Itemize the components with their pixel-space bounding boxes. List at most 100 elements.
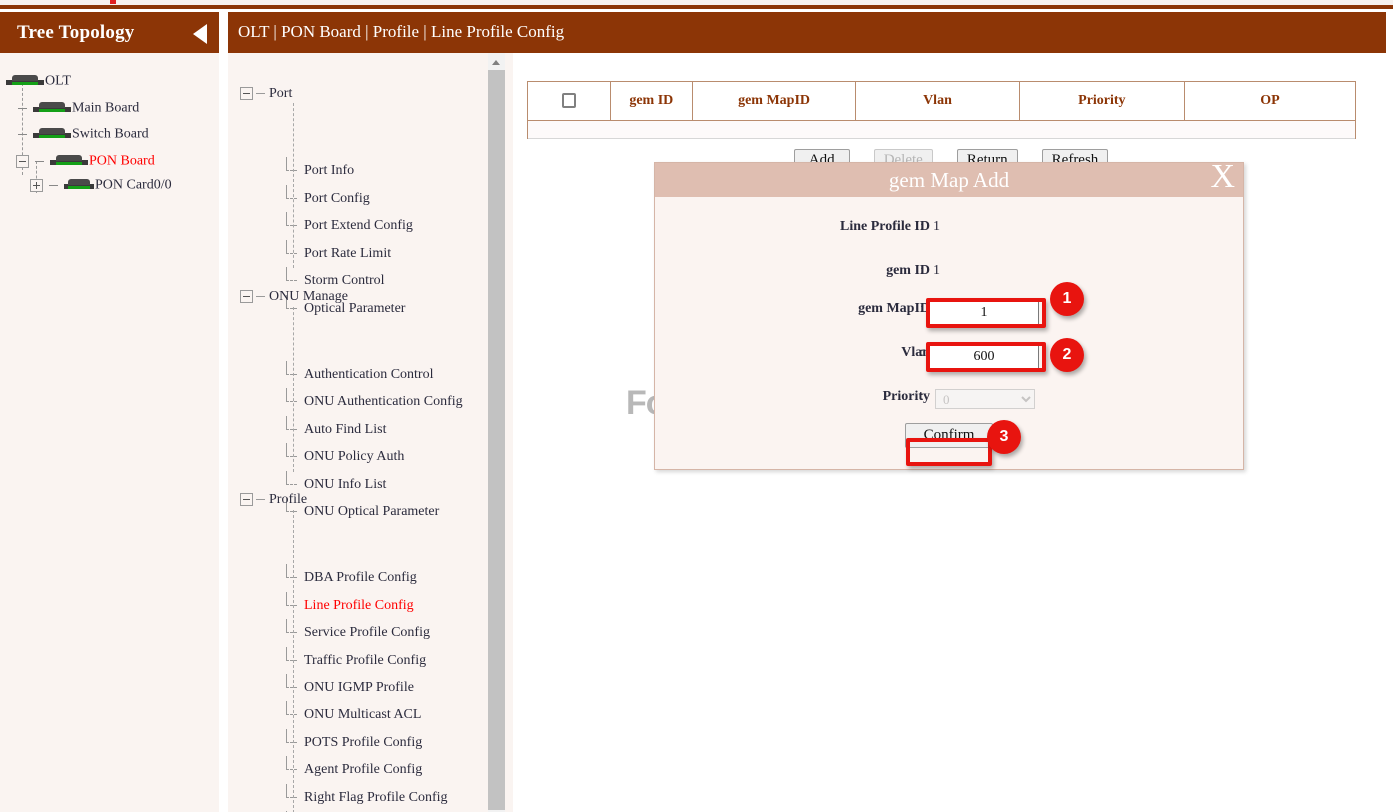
checkbox-icon[interactable]	[562, 93, 576, 108]
menu-branch-icon	[286, 656, 300, 666]
right-edge-spacer	[1386, 12, 1393, 812]
field-row-gem-id: gem ID : 1	[655, 263, 1243, 293]
tree-expander-minus-icon[interactable]	[16, 155, 29, 168]
breadcrumb-header-bar: OLT | PON Board | Profile | Line Profile…	[228, 12, 1393, 53]
vlan-input[interactable]	[929, 345, 1039, 369]
tree-node-label: Main Board	[72, 100, 139, 115]
menu-item-label: Authentication Control	[304, 367, 433, 382]
tree-node-switch-board[interactable]: Switch Board	[18, 125, 149, 145]
menu-branch-icon	[286, 628, 300, 638]
menu-item-agent-profile-config[interactable]: Agent Profile Config	[286, 762, 422, 778]
menu-expander-minus-icon[interactable]	[240, 493, 253, 506]
menu-group-port[interactable]: Port	[240, 86, 292, 102]
menu-item-onu-optical-parameter[interactable]: ONU Optical Parameter	[286, 504, 439, 520]
scroll-up-arrow-icon[interactable]	[488, 53, 505, 70]
field-colon: :	[920, 389, 924, 405]
menu-branch-icon	[286, 683, 300, 693]
device-icon	[33, 128, 71, 141]
tree-node-pon-card[interactable]: PON Card0/0	[30, 176, 172, 196]
confirm-button[interactable]: Confirm	[905, 423, 994, 448]
menu-branch-icon	[286, 397, 300, 407]
menu-item-label: ONU IGMP Profile	[304, 680, 414, 695]
menu-branch-icon	[286, 601, 300, 611]
tree-topology-body: OLT Main Board Switch Board	[0, 53, 219, 812]
tree-node-label: PON Board	[89, 153, 155, 168]
field-label: Line Profile ID	[655, 219, 930, 235]
menu-branch-icon	[286, 194, 300, 204]
menu-item-storm-control[interactable]: Storm Control	[286, 273, 385, 289]
menu-scrollbar[interactable]	[488, 53, 505, 812]
tree-branch-icon	[18, 108, 27, 109]
tree-node-pon-board[interactable]: PON Board	[16, 152, 155, 172]
menu-item-right-flag-profile-config[interactable]: Right Flag Profile Config	[286, 790, 448, 806]
dialog-title: gem Map Add	[655, 168, 1243, 193]
menu-item-onu-authentication-config[interactable]: ONU Authentication Config	[286, 394, 463, 410]
menu-item-port-rate-limit[interactable]: Port Rate Limit	[286, 246, 391, 262]
column-header-vlan[interactable]: Vlan	[856, 82, 1019, 120]
field-label: gem ID	[655, 263, 930, 279]
menu-item-onu-igmp-profile[interactable]: ONU IGMP Profile	[286, 680, 414, 696]
top-accent-bar	[0, 5, 1393, 9]
column-header-gem-id[interactable]: gem ID	[610, 82, 692, 120]
menu-item-label: Port Rate Limit	[304, 246, 391, 261]
menu-item-auto-find-list[interactable]: Auto Find List	[286, 422, 386, 438]
menu-expander-minus-icon[interactable]	[240, 87, 253, 100]
field-label: gem MapID	[655, 301, 930, 317]
tree-topology-panel: Tree Topology OLT Main Board	[0, 12, 219, 812]
tree-branch-icon	[49, 185, 58, 186]
menu-item-port-info[interactable]: Port Info	[286, 163, 354, 179]
column-header-priority[interactable]: Priority	[1019, 82, 1184, 120]
dialog-title-bar: gem Map Add X	[655, 163, 1243, 197]
tree-node-main-board[interactable]: Main Board	[18, 99, 139, 119]
close-icon[interactable]: X	[1210, 158, 1235, 196]
menu-connector	[293, 307, 294, 472]
tree-node-label: PON Card0/0	[95, 177, 172, 192]
menu-item-service-profile-config[interactable]: Service Profile Config	[286, 625, 430, 641]
menu-item-dba-profile-config[interactable]: DBA Profile Config	[286, 570, 417, 586]
menu-group-label: ONU Manage	[269, 289, 348, 304]
menu-item-onu-policy-auth[interactable]: ONU Policy Auth	[286, 449, 404, 465]
gem-mapid-input[interactable]	[929, 301, 1039, 325]
field-row-gem-mapid: gem MapID :	[655, 301, 1243, 331]
tree-node-olt[interactable]: OLT	[6, 72, 71, 92]
scrollbar-thumb[interactable]	[488, 70, 505, 810]
menu-expander-minus-icon[interactable]	[240, 290, 253, 303]
menu-group-label: Port	[269, 86, 292, 101]
menu-item-label: ONU Optical Parameter	[304, 504, 439, 519]
device-icon	[33, 102, 71, 115]
annotation-badge-1: 1	[1050, 282, 1084, 316]
menu-group-label: Profile	[269, 492, 307, 507]
menu-group-profile[interactable]: Profile	[240, 492, 307, 508]
dialog-body: Line Profile ID : 1 gem ID : 1 gem MapID…	[655, 197, 1243, 469]
gem-map-add-dialog: gem Map Add X Line Profile ID : 1 gem ID…	[654, 162, 1244, 470]
menu-item-authentication-control[interactable]: Authentication Control	[286, 367, 433, 383]
menu-item-onu-info-list[interactable]: ONU Info List	[286, 477, 386, 493]
menu-branch-icon	[286, 480, 300, 490]
field-row-priority: Priority : 0	[655, 389, 1243, 419]
field-colon: :	[920, 219, 924, 235]
tree-branch-icon	[35, 161, 44, 162]
menu-branch-icon	[286, 765, 300, 775]
confirm-button-row: Confirm	[655, 423, 1243, 448]
menu-item-label: ONU Policy Auth	[304, 449, 404, 464]
tree-topology-header: Tree Topology	[0, 12, 219, 53]
menu-branch-icon	[286, 710, 300, 720]
menu-group-onu-manage[interactable]: ONU Manage	[240, 289, 348, 305]
menu-item-line-profile-config[interactable]: Line Profile Config	[286, 598, 414, 614]
navigation-menu-panel: OLT | PON Board | Profile | Line Profile…	[228, 12, 513, 812]
line-profile-id-value: 1	[933, 219, 940, 235]
menu-item-onu-multicast-acl[interactable]: ONU Multicast ACL	[286, 707, 421, 723]
column-header-gem-mapid[interactable]: gem MapID	[692, 82, 855, 120]
table-empty-row	[528, 121, 1355, 139]
application-window: Tree Topology OLT Main Board	[0, 0, 1393, 812]
menu-item-port-config[interactable]: Port Config	[286, 191, 370, 207]
tree-expander-plus-icon[interactable]	[30, 179, 43, 192]
column-header-op[interactable]: OP	[1185, 82, 1355, 120]
menu-item-port-extend-config[interactable]: Port Extend Config	[286, 218, 413, 234]
menu-item-traffic-profile-config[interactable]: Traffic Profile Config	[286, 653, 426, 669]
gem-id-value: 1	[933, 263, 940, 279]
menu-branch-icon	[286, 276, 300, 286]
menu-item-pots-profile-config[interactable]: POTS Profile Config	[286, 735, 422, 751]
breadcrumb: OLT | PON Board | Profile | Line Profile…	[238, 22, 564, 42]
triangle-left-icon[interactable]	[193, 24, 207, 44]
